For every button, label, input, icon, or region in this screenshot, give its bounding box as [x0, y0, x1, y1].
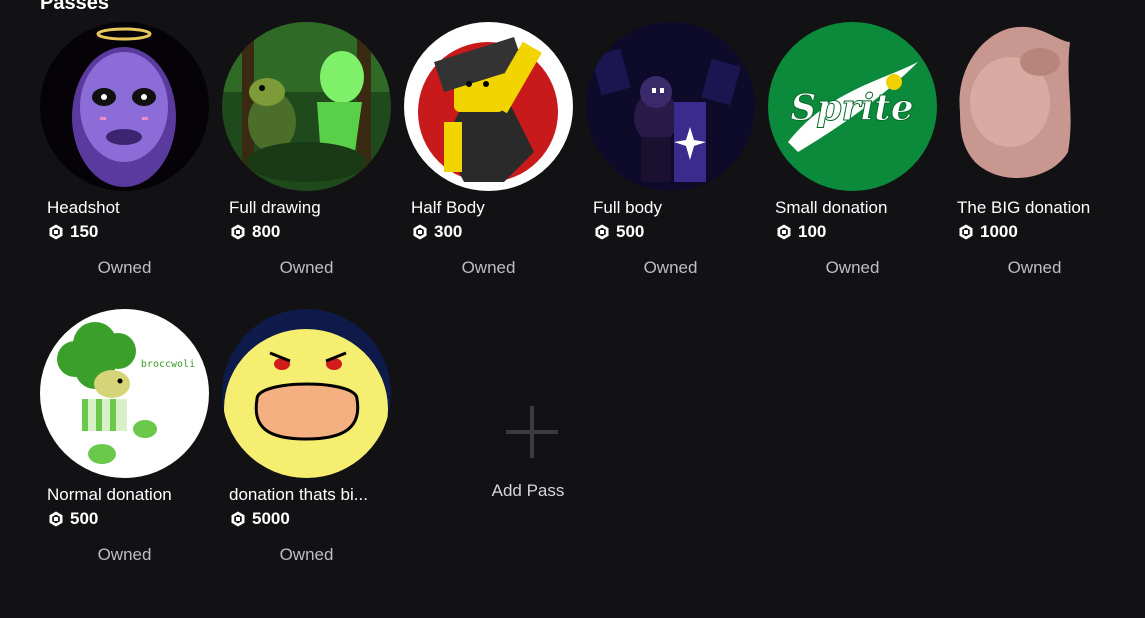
pass-price-value: 800 — [252, 222, 281, 241]
pink-blob-photo-icon — [950, 22, 1119, 191]
pass-card[interactable]: Sprite Small donation 100 Owned — [768, 22, 938, 277]
add-pass-label: Add Pass — [491, 481, 565, 500]
green-forest-characters-art-icon — [222, 22, 391, 191]
pass-price-value: 500 — [70, 509, 99, 528]
pass-price: 1000 — [958, 222, 1018, 242]
sprite-logo-icon: Sprite — [768, 22, 937, 191]
robux-icon — [595, 224, 609, 240]
image-caption: broccwoli — [141, 359, 195, 370]
robux-icon — [231, 511, 245, 527]
pass-price: 5000 — [230, 509, 290, 529]
pass-card[interactable]: Half Body 300 Owned — [404, 22, 574, 277]
pass-name: Full drawing — [229, 198, 321, 217]
pass-name: Small donation — [775, 198, 888, 217]
plus-icon — [506, 406, 558, 458]
broccwoli-character-art-icon: broccwoli — [40, 309, 209, 478]
purple-face-art-icon — [40, 22, 209, 191]
add-pass-button[interactable]: Add Pass — [448, 309, 617, 539]
pass-price: 500 — [48, 509, 98, 529]
pass-name: donation thats bi... — [229, 485, 368, 504]
pass-thumbnail[interactable] — [40, 22, 209, 191]
pass-price: 500 — [594, 222, 644, 242]
pass-name: Half Body — [411, 198, 485, 217]
pass-thumbnail[interactable] — [586, 22, 755, 191]
robux-icon — [777, 224, 791, 240]
pass-card[interactable]: donation thats bi... 5000 Owned — [222, 309, 392, 564]
pass-owned-status: Owned — [97, 258, 152, 277]
pass-thumbnail[interactable] — [222, 22, 391, 191]
pass-price-value: 100 — [798, 222, 827, 241]
pass-price-value: 150 — [70, 222, 99, 241]
pass-card[interactable]: The BIG donation 1000 Owned — [950, 22, 1120, 277]
yellow-character-red-background-art-icon — [404, 22, 573, 191]
pass-name: Full body — [593, 198, 662, 217]
pass-owned-status: Owned — [279, 258, 334, 277]
dark-purple-character-art-icon — [586, 22, 755, 191]
pass-owned-status: Owned — [643, 258, 698, 277]
pass-thumbnail[interactable] — [404, 22, 573, 191]
pass-card[interactable]: Full body 500 Owned — [586, 22, 756, 277]
pass-owned-status: Owned — [279, 545, 334, 564]
robux-icon — [49, 511, 63, 527]
pass-price: 300 — [412, 222, 462, 242]
pass-price: 100 — [776, 222, 826, 242]
pass-card[interactable]: Headshot 150 Owned — [40, 22, 210, 277]
section-title: Passes — [40, 0, 109, 14]
yellow-shouting-face-art-icon — [222, 309, 391, 478]
pass-owned-status: Owned — [97, 545, 152, 564]
svg-text:Sprite: Sprite — [790, 87, 913, 129]
pass-owned-status: Owned — [1007, 258, 1062, 277]
pass-price-value: 5000 — [252, 509, 290, 528]
pass-price: 150 — [48, 222, 98, 242]
robux-icon — [959, 224, 973, 240]
robux-icon — [49, 224, 63, 240]
pass-name: Headshot — [47, 198, 120, 217]
pass-price: 800 — [230, 222, 280, 242]
pass-owned-status: Owned — [461, 258, 516, 277]
pass-thumbnail[interactable]: Sprite — [768, 22, 937, 191]
robux-icon — [231, 224, 245, 240]
pass-thumbnail[interactable] — [950, 22, 1119, 191]
pass-name: The BIG donation — [957, 198, 1091, 217]
pass-thumbnail[interactable] — [222, 309, 391, 478]
pass-card[interactable]: broccwoli Normal donation 500 Owned — [40, 309, 210, 564]
pass-price-value: 300 — [434, 222, 463, 241]
pass-card[interactable]: Full drawing 800 Owned — [222, 22, 392, 277]
pass-price-value: 500 — [616, 222, 645, 241]
robux-icon — [413, 224, 427, 240]
pass-owned-status: Owned — [825, 258, 880, 277]
pass-price-value: 1000 — [980, 222, 1018, 241]
pass-name: Normal donation — [47, 485, 172, 504]
pass-thumbnail[interactable]: broccwoli — [40, 309, 209, 478]
